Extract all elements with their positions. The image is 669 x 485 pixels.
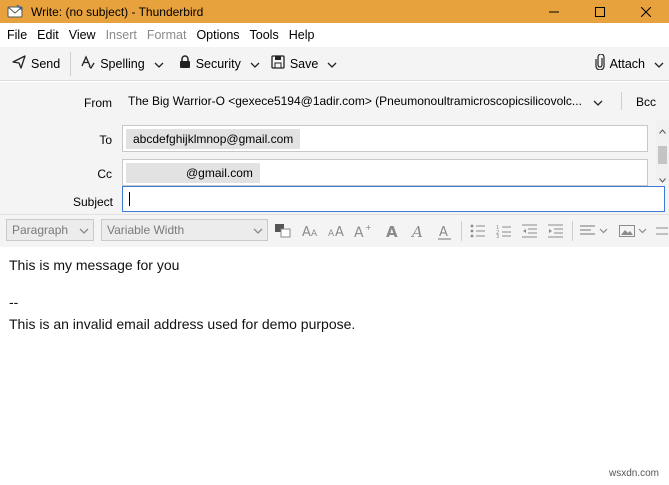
svg-text:A: A bbox=[335, 225, 344, 239]
subject-label: Subject bbox=[72, 195, 113, 209]
text-color-icon[interactable] bbox=[274, 221, 294, 241]
paragraph-select[interactable]: Paragraph bbox=[6, 219, 94, 241]
body-line: This is my message for you bbox=[9, 257, 180, 273]
format-separator bbox=[572, 221, 573, 241]
chevron-down-icon bbox=[79, 225, 89, 239]
chevron-down-icon bbox=[250, 57, 260, 71]
menu-view[interactable]: View bbox=[64, 28, 101, 42]
divider bbox=[621, 92, 622, 110]
chevron-down-icon bbox=[253, 225, 263, 239]
outdent-icon[interactable] bbox=[522, 221, 538, 241]
chevron-down-icon bbox=[154, 57, 164, 71]
security-button[interactable]: Security bbox=[173, 51, 247, 77]
close-button[interactable] bbox=[623, 0, 669, 23]
svg-text:3: 3 bbox=[496, 234, 499, 238]
menu-format[interactable]: Format bbox=[142, 28, 192, 42]
menu-bar: File Edit View Insert Format Options Too… bbox=[0, 23, 669, 47]
spelling-button[interactable]: Spelling bbox=[75, 51, 150, 77]
bullet-list-icon[interactable] bbox=[470, 221, 486, 241]
signature-text: This is an invalid email address used fo… bbox=[9, 316, 356, 332]
save-button[interactable]: Save bbox=[265, 51, 325, 77]
address-header: From The Big Warrior-O <gexece5194@1adir… bbox=[0, 82, 669, 214]
menu-edit[interactable]: Edit bbox=[32, 28, 64, 42]
cc-label: Cc bbox=[97, 167, 112, 181]
svg-text:A: A bbox=[386, 223, 398, 239]
svg-text:A: A bbox=[311, 229, 318, 239]
attach-button[interactable]: Attach bbox=[589, 51, 651, 77]
numbered-list-icon[interactable]: 123 bbox=[496, 221, 512, 241]
chevron-down-icon bbox=[654, 57, 664, 71]
chevron-down-icon[interactable] bbox=[593, 95, 603, 109]
to-recipient-pill[interactable]: abcdefghijklmnop@gmail.com bbox=[126, 129, 301, 149]
to-label: To bbox=[99, 133, 112, 147]
compose-toolbar: Send Spelling Security Save Attach bbox=[0, 47, 669, 81]
signature-separator: -- bbox=[9, 294, 19, 310]
security-dropdown[interactable] bbox=[247, 51, 263, 77]
recipients-scrollbar[interactable] bbox=[656, 120, 669, 183]
bold-icon[interactable]: A bbox=[385, 221, 401, 241]
menu-file[interactable]: File bbox=[2, 28, 32, 42]
message-body[interactable]: This is my message for you -- This is an… bbox=[0, 247, 669, 485]
menu-options[interactable]: Options bbox=[191, 28, 244, 42]
from-label: From bbox=[84, 96, 112, 110]
title-bar[interactable]: Write: (no subject) - Thunderbird bbox=[0, 0, 669, 23]
font-select[interactable]: Variable Width bbox=[101, 219, 268, 241]
chevron-down-icon bbox=[327, 57, 337, 71]
compose-icon bbox=[7, 3, 23, 20]
smaller-font-icon[interactable]: AA bbox=[302, 221, 320, 241]
font-size-icon[interactable]: A + bbox=[354, 221, 372, 241]
scroll-down-icon[interactable] bbox=[659, 172, 666, 186]
larger-font-icon[interactable]: AA bbox=[328, 221, 346, 241]
send-button[interactable]: Send bbox=[6, 51, 66, 77]
maximize-button[interactable] bbox=[577, 0, 623, 23]
menu-help[interactable]: Help bbox=[284, 28, 320, 42]
spelling-label: Spelling bbox=[100, 56, 145, 71]
minimize-button[interactable] bbox=[531, 0, 577, 23]
attach-label: Attach bbox=[609, 56, 645, 71]
overflow-icon[interactable] bbox=[656, 221, 669, 241]
window-title: Write: (no subject) - Thunderbird bbox=[31, 4, 204, 19]
save-icon bbox=[271, 55, 290, 72]
svg-text:A: A bbox=[354, 225, 364, 239]
svg-text:A: A bbox=[302, 225, 311, 239]
format-separator bbox=[461, 221, 462, 241]
attach-dropdown[interactable] bbox=[651, 51, 667, 77]
send-icon bbox=[12, 55, 31, 72]
svg-text:+: + bbox=[365, 223, 372, 232]
spelling-icon bbox=[81, 55, 100, 72]
indent-icon[interactable] bbox=[548, 221, 564, 241]
font-select-value: Variable Width bbox=[107, 223, 185, 237]
lock-icon bbox=[179, 55, 196, 72]
save-label: Save bbox=[289, 56, 319, 71]
watermark: wsxdn.com bbox=[608, 468, 659, 479]
from-select[interactable]: The Big Warrior-O <gexece5194@1adir.com>… bbox=[128, 94, 588, 108]
cc-recipient-pill[interactable]: @gmail.com bbox=[126, 163, 260, 183]
to-field[interactable]: abcdefghijklmnop@gmail.com bbox=[122, 125, 648, 152]
paperclip-icon bbox=[594, 53, 610, 73]
spelling-dropdown[interactable] bbox=[151, 51, 167, 77]
subject-input[interactable] bbox=[122, 186, 665, 212]
menu-insert[interactable]: Insert bbox=[101, 28, 142, 42]
save-dropdown[interactable] bbox=[324, 51, 340, 77]
scrollbar-thumb[interactable] bbox=[658, 146, 667, 164]
send-label: Send bbox=[31, 56, 61, 71]
text-cursor bbox=[129, 192, 130, 206]
underline-icon[interactable]: A bbox=[437, 221, 453, 241]
svg-text:A: A bbox=[328, 229, 335, 239]
align-menu-icon[interactable] bbox=[580, 221, 610, 241]
bcc-button[interactable]: Bcc bbox=[636, 95, 656, 109]
scroll-up-icon[interactable] bbox=[659, 123, 666, 137]
insert-image-icon[interactable] bbox=[619, 221, 649, 241]
italic-icon[interactable]: A bbox=[411, 221, 427, 241]
svg-text:A: A bbox=[411, 223, 423, 239]
menu-tools[interactable]: Tools bbox=[245, 28, 284, 42]
paragraph-select-value: Paragraph bbox=[12, 223, 69, 237]
toolbar-separator bbox=[70, 51, 72, 76]
security-label: Security bbox=[195, 56, 241, 71]
svg-text:A: A bbox=[439, 225, 448, 240]
cc-field[interactable]: @gmail.com bbox=[122, 159, 648, 186]
